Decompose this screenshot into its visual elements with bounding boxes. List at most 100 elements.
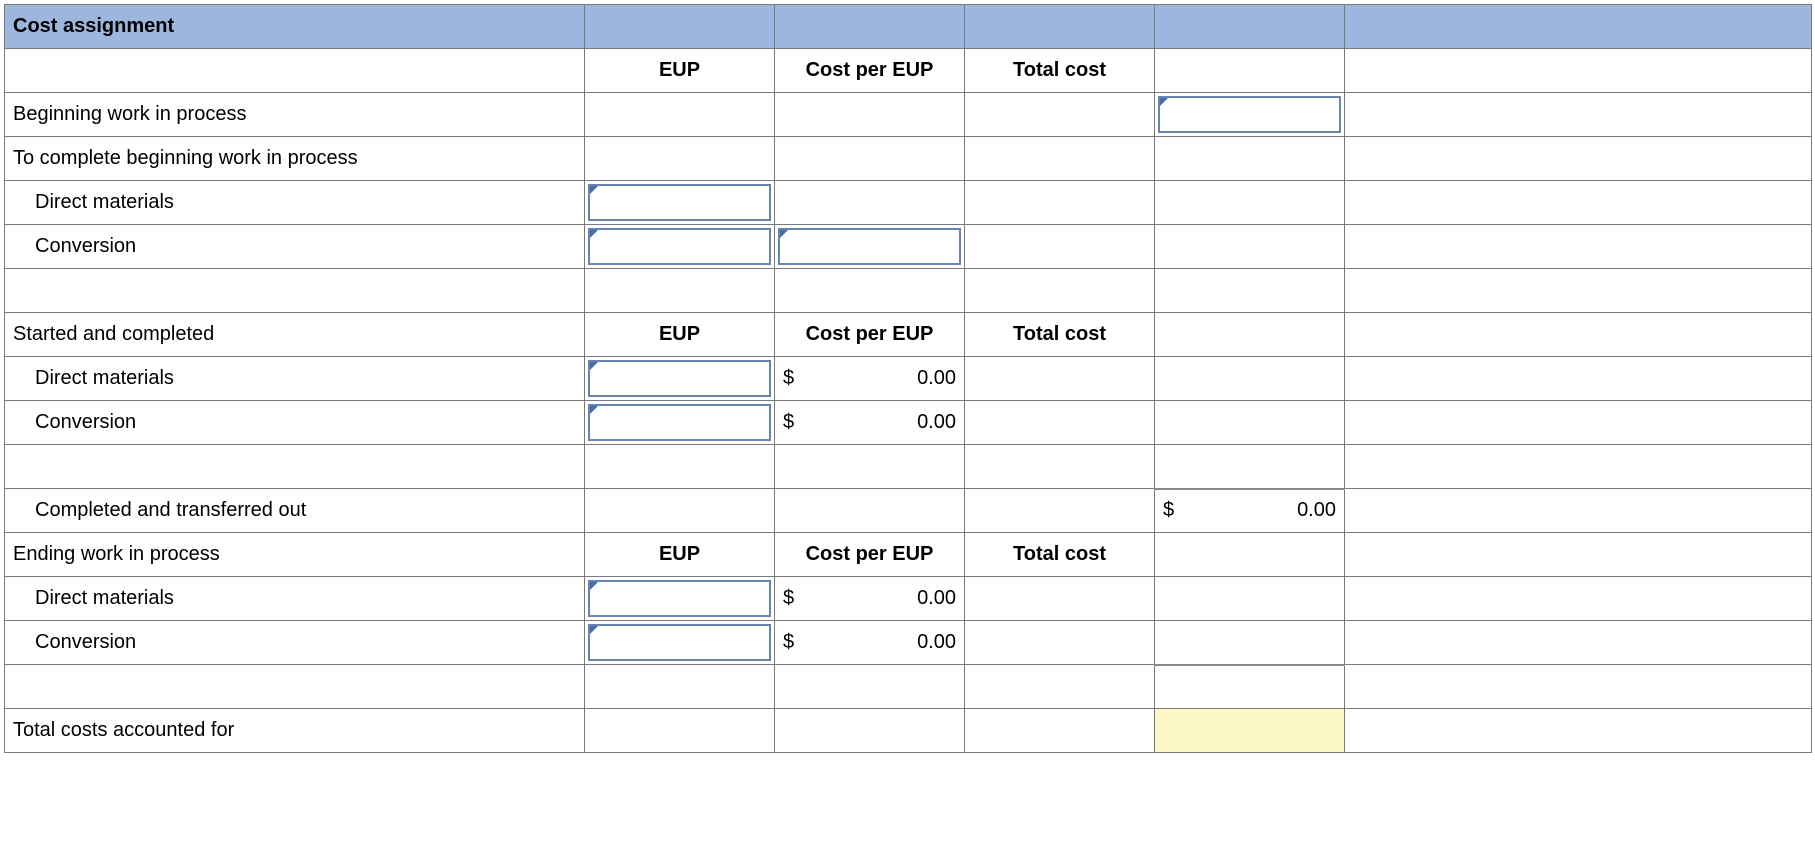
col-eup: EUP <box>585 49 775 93</box>
cell <box>1155 357 1345 401</box>
row-sc-conv-label: Conversion <box>5 401 585 445</box>
bwip-conv-eup-input[interactable] <box>585 225 775 269</box>
bwip-total-input[interactable] <box>1155 93 1345 137</box>
spacer <box>1345 445 1812 489</box>
ewip-subtotal <box>1155 665 1345 709</box>
col-total-cost-2: Total cost <box>965 313 1155 357</box>
ewip-dm-eup-input[interactable] <box>585 577 775 621</box>
col-cost-per-eup-2: Cost per EUP <box>775 313 965 357</box>
hdr-blank-5 <box>1345 5 1812 49</box>
row-bwip-dm-label: Direct materials <box>5 181 585 225</box>
spacer <box>1345 313 1812 357</box>
cell <box>1345 93 1812 137</box>
cell <box>965 577 1155 621</box>
spacer <box>585 269 775 313</box>
cell <box>775 489 965 533</box>
row-bwip-label: Beginning work in process <box>5 93 585 137</box>
cell <box>585 709 775 753</box>
cell <box>1345 225 1812 269</box>
cell <box>965 401 1155 445</box>
spacer <box>775 665 965 709</box>
cell <box>1345 137 1812 181</box>
spacer <box>5 49 585 93</box>
row-sc-dm-label: Direct materials <box>5 357 585 401</box>
cell <box>1345 577 1812 621</box>
hdr-blank-3 <box>965 5 1155 49</box>
total-accounted-value <box>1155 709 1345 753</box>
bwip-dm-eup-input[interactable] <box>585 181 775 225</box>
spacer <box>5 269 585 313</box>
spacer <box>775 445 965 489</box>
row-started-completed-label: Started and completed <box>5 313 585 357</box>
row-to-complete-bwip-label: To complete beginning work in process <box>5 137 585 181</box>
hdr-blank-1 <box>585 5 775 49</box>
spacer <box>1345 533 1812 577</box>
cell <box>1155 401 1345 445</box>
cell <box>775 93 965 137</box>
cell <box>1345 357 1812 401</box>
cell <box>585 137 775 181</box>
sc-conv-eup-input[interactable] <box>585 401 775 445</box>
cost-assignment-table: Cost assignment EUP Cost per EUP Total c… <box>4 4 1812 753</box>
row-completed-transferred-label: Completed and transferred out <box>5 489 585 533</box>
row-total-accounted-label: Total costs accounted for <box>5 709 585 753</box>
spacer <box>5 665 585 709</box>
spacer <box>1155 445 1345 489</box>
cell <box>585 93 775 137</box>
cell <box>1155 621 1345 665</box>
cell <box>1155 577 1345 621</box>
cell <box>775 709 965 753</box>
row-ewip-label: Ending work in process <box>5 533 585 577</box>
cell <box>965 137 1155 181</box>
cell <box>585 489 775 533</box>
spacer <box>965 445 1155 489</box>
cell <box>1155 225 1345 269</box>
sc-conv-cpe-value: $0.00 <box>775 401 965 445</box>
cell <box>1345 709 1812 753</box>
cell <box>1345 181 1812 225</box>
col-total-cost-3: Total cost <box>965 533 1155 577</box>
cell <box>965 489 1155 533</box>
bwip-conv-cpe-input[interactable] <box>775 225 965 269</box>
spacer <box>965 269 1155 313</box>
cell <box>775 181 965 225</box>
ewip-conv-eup-input[interactable] <box>585 621 775 665</box>
sc-dm-eup-input[interactable] <box>585 357 775 401</box>
col-eup-3: EUP <box>585 533 775 577</box>
cell <box>965 181 1155 225</box>
hdr-blank-2 <box>775 5 965 49</box>
row-ewip-conv-label: Conversion <box>5 621 585 665</box>
cell <box>965 357 1155 401</box>
spacer <box>1155 313 1345 357</box>
completed-transferred-total: $0.00 <box>1155 489 1345 533</box>
spacer <box>5 445 585 489</box>
hdr-blank-4 <box>1155 5 1345 49</box>
ewip-dm-cpe-value: $0.00 <box>775 577 965 621</box>
cell <box>965 93 1155 137</box>
cell <box>1345 621 1812 665</box>
cell <box>1155 181 1345 225</box>
cell <box>1155 137 1345 181</box>
cell <box>1345 401 1812 445</box>
spacer <box>585 665 775 709</box>
spacer <box>1345 269 1812 313</box>
col-cost-per-eup-3: Cost per EUP <box>775 533 965 577</box>
cell <box>775 137 965 181</box>
spacer <box>775 269 965 313</box>
spacer <box>1345 665 1812 709</box>
cell <box>1345 489 1812 533</box>
section-title: Cost assignment <box>5 5 585 49</box>
spacer <box>1155 533 1345 577</box>
spacer <box>1345 49 1812 93</box>
cell <box>965 225 1155 269</box>
row-ewip-dm-label: Direct materials <box>5 577 585 621</box>
spacer <box>585 445 775 489</box>
col-cost-per-eup: Cost per EUP <box>775 49 965 93</box>
spacer <box>1155 49 1345 93</box>
sc-dm-cpe-value: $0.00 <box>775 357 965 401</box>
cell <box>965 621 1155 665</box>
cell <box>965 709 1155 753</box>
spacer <box>965 665 1155 709</box>
ewip-conv-cpe-value: $0.00 <box>775 621 965 665</box>
col-eup-2: EUP <box>585 313 775 357</box>
